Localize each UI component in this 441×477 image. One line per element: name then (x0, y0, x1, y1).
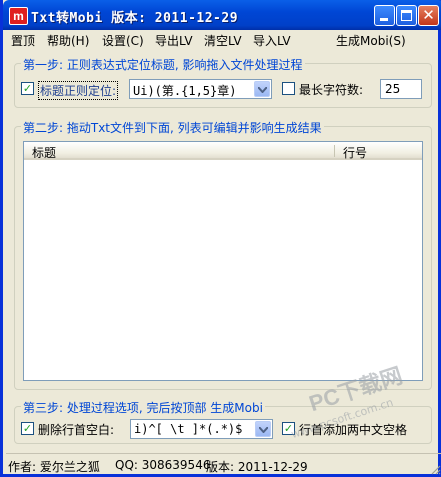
maxlen-checkbox[interactable] (282, 82, 295, 95)
menu-item-settings[interactable]: 设置(C) (102, 32, 144, 49)
trim-checkbox[interactable]: ✓ (21, 422, 34, 435)
window-title: Txt转Mobi 版本: 2011-12-29 (31, 11, 239, 26)
minimize-button[interactable] (374, 5, 395, 26)
close-icon: ✕ (422, 6, 435, 24)
regex-combo-dropdown[interactable] (254, 81, 270, 97)
maximize-button[interactable] (396, 5, 417, 26)
app-icon[interactable]: m (9, 7, 28, 25)
status-author: 作者: 爱尔兰之狐 (8, 460, 100, 474)
menu-item-import-lv[interactable]: 导入LV (253, 32, 291, 49)
step3-legend: 第三步: 处理过程选项, 完后按顶部 生成Mobi (21, 399, 265, 416)
menu-item-clear-lv[interactable]: 清空LV (204, 32, 242, 49)
menu-item-pin[interactable]: 置顶 (11, 32, 35, 49)
step2-legend: 第二步: 拖动Txt文件到下面, 列表可编辑并影响生成结果 (21, 119, 324, 136)
title-bar[interactable]: m Txt转Mobi 版本: 2011-12-29 ✕ (3, 0, 441, 30)
trim-combo[interactable]: i)^[ \t ]*(.*)$ (130, 419, 273, 439)
status-qq: QQ: 308639546 (115, 458, 211, 472)
maxlen-label: 最长字符数: (299, 83, 364, 97)
menu-item-generate-mobi[interactable]: 生成Mobi(S) (336, 32, 406, 49)
regex-combo[interactable]: Ui)(第.{1,5}章) (129, 79, 272, 99)
maxlen-input[interactable]: 25 (380, 79, 422, 99)
status-bar: 作者: 爱尔兰之狐 QQ: 308639546 版本: 2011-12-29 (6, 453, 441, 475)
trim-combo-dropdown[interactable] (255, 421, 271, 437)
column-header-line[interactable]: 行号 (343, 144, 367, 161)
menu-item-export-lv[interactable]: 导出LV (155, 32, 193, 49)
minimize-icon (380, 18, 388, 21)
list-header: 标题 行号 (24, 142, 422, 160)
close-button[interactable]: ✕ (418, 5, 439, 26)
status-version: 版本: 2011-12-29 (206, 460, 308, 474)
indent-label: 行首添加两中文空格 (299, 423, 408, 437)
column-header-title[interactable]: 标题 (32, 144, 56, 161)
regex-checkbox[interactable]: ✓ (21, 82, 34, 95)
chapter-list[interactable]: 标题 行号 (23, 141, 423, 381)
maximize-icon (401, 10, 412, 21)
chevron-down-icon (258, 87, 267, 93)
maxlen-value: 25 (385, 82, 401, 96)
menu-item-help[interactable]: 帮助(H) (47, 32, 89, 49)
trim-combo-value: i)^[ \t ]*(.*)$ (134, 422, 243, 436)
indent-checkbox[interactable]: ✓ (282, 422, 295, 435)
app-window: m Txt转Mobi 版本: 2011-12-29 ✕ 置顶 帮助(H) 设置(… (0, 0, 441, 477)
resize-grip-icon[interactable] (429, 463, 441, 475)
chevron-down-icon (259, 427, 268, 433)
regex-combo-value: Ui)(第.{1,5}章) (133, 84, 237, 98)
column-separator[interactable] (334, 145, 335, 157)
menu-bar: 置顶 帮助(H) 设置(C) 导出LV 清空LV 导入LV 生成Mobi(S) (6, 30, 441, 49)
regex-checkbox-label[interactable]: 标题正则定位: (38, 81, 119, 100)
trim-label: 删除行首空白: (38, 423, 115, 437)
step1-legend: 第一步: 正则表达式定位标题, 影响拖入文件处理过程 (21, 56, 305, 73)
